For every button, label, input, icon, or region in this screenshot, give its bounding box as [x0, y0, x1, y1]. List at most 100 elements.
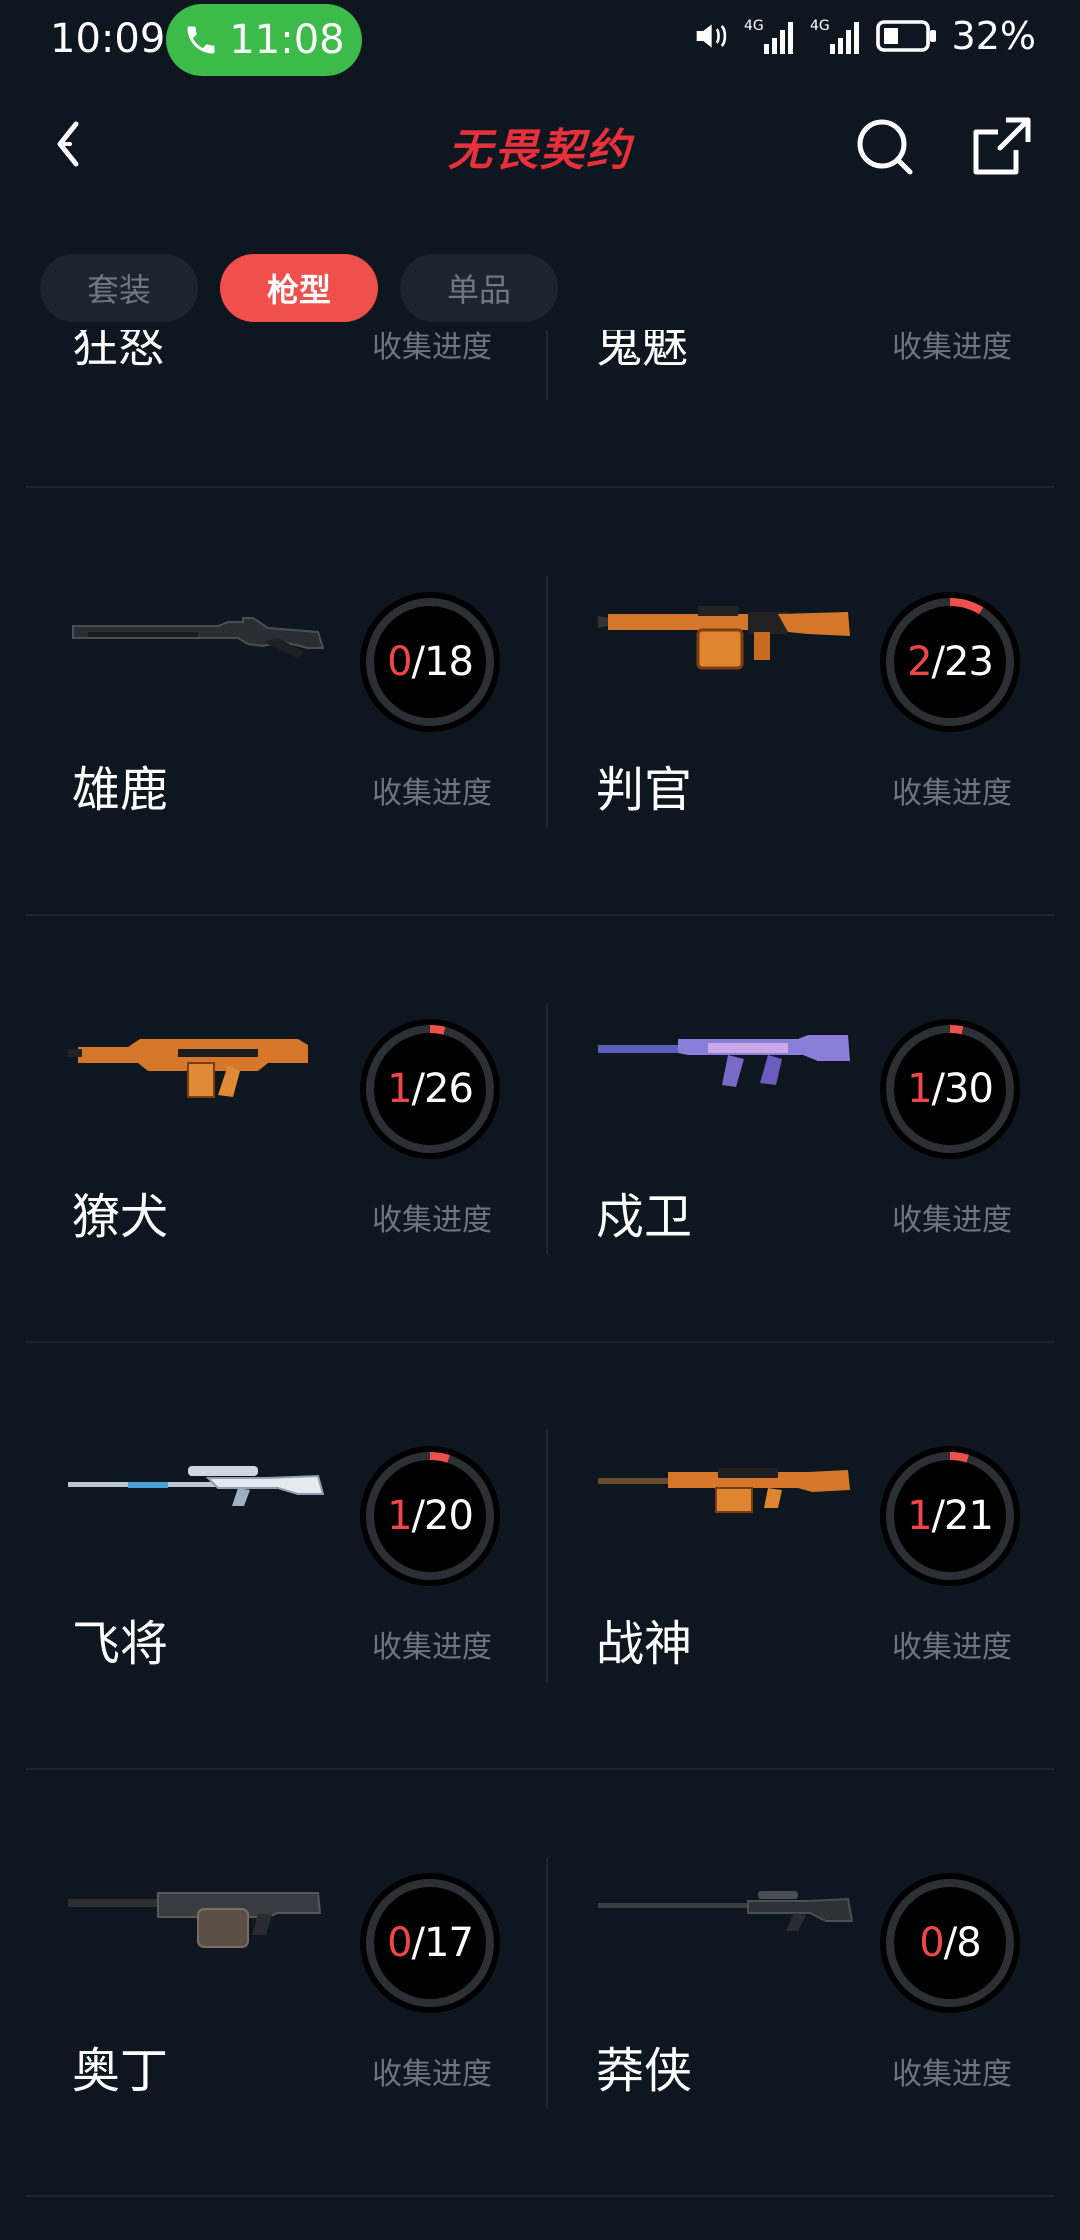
- progress-label: 收集进度: [892, 2057, 1012, 2092]
- collected-count: 1: [387, 1066, 412, 1112]
- progress-ring: 1/20: [360, 1446, 500, 1586]
- share-icon[interactable]: [966, 110, 1038, 182]
- progress-ring: 0/8: [880, 1873, 1020, 2013]
- battery-icon: [875, 20, 936, 52]
- weapon-name: 狂怒: [72, 330, 164, 373]
- progress-count: 0/8: [919, 1920, 981, 1966]
- weapon-name: 雄鹿: [72, 762, 169, 818]
- weapon-name: 戍卫: [596, 1189, 693, 1245]
- odin-mg-icon: [68, 1869, 328, 1959]
- collected-count: 0: [387, 1920, 412, 1966]
- weapon-card[interactable]: 0/8 莽侠 收集进度: [540, 1769, 1080, 2196]
- weapon-card[interactable]: 2/23 判官 收集进度: [540, 488, 1080, 915]
- bulldog-rifle-icon: [68, 1015, 328, 1105]
- total-count: 23: [944, 639, 994, 685]
- status-bar: 10:09 11:08 4G 4G 32%: [0, 0, 1080, 84]
- progress-label: 收集进度: [372, 2057, 492, 2092]
- progress-label: 收集进度: [372, 1630, 492, 1665]
- collected-count: 1: [907, 1066, 932, 1112]
- total-count: 20: [424, 1493, 474, 1539]
- column-divider: [546, 576, 548, 828]
- progress-label: 收集进度: [892, 330, 1012, 365]
- weapon-row: 0/18 雄鹿 收集进度 2/23 判官 收集进度: [0, 488, 1080, 916]
- progress-label: 收集进度: [892, 776, 1012, 811]
- top-nav-bar: 无畏契约: [0, 84, 1080, 204]
- progress-ring: 0/17: [360, 1873, 500, 2013]
- weapon-name: 獠犬: [72, 1189, 169, 1245]
- weapon-grid: 0/18 雄鹿 收集进度 2/23 判官 收集进度 1/26 獠犬 收集进度 1/30 戍卫 收集进度…: [0, 488, 1080, 2197]
- outlaw-sniper-icon: [598, 1869, 858, 1959]
- column-divider: [546, 1857, 548, 2109]
- weapon-row: 0/17 奥丁 收集进度 0/8 莽侠 收集进度: [0, 1769, 1080, 2197]
- weapon-name: 奥丁: [72, 2043, 169, 2099]
- weapon-row: 1/26 獠犬 收集进度 1/30 戍卫 收集进度: [0, 915, 1080, 1343]
- marshal-sniper-icon: [68, 1442, 328, 1532]
- tab-single-items[interactable]: 单品: [400, 254, 558, 322]
- total-count: 17: [424, 1920, 474, 1966]
- progress-count: 1/21: [907, 1493, 994, 1539]
- weapon-card[interactable]: 0/17 奥丁 收集进度: [0, 1769, 540, 2196]
- bucky-shotgun-icon: [68, 588, 328, 678]
- progress-count: 1/26: [387, 1066, 474, 1112]
- progress-label: 收集进度: [892, 1630, 1012, 1665]
- progress-count: 1/20: [387, 1493, 474, 1539]
- tab-gun-types[interactable]: 枪型: [220, 254, 378, 322]
- partial-weapon-row: 狂怒 收集进度 鬼魅 收集进度: [0, 330, 1080, 400]
- weapon-name: 飞将: [72, 1616, 169, 1672]
- total-count: 26: [424, 1066, 474, 1112]
- volume-icon: [696, 24, 726, 48]
- weapon-name: 莽侠: [596, 2043, 693, 2099]
- progress-ring: 0/18: [360, 592, 500, 732]
- weapon-name: 战神: [596, 1616, 693, 1672]
- progress-label: 收集进度: [892, 1203, 1012, 1238]
- weapon-row: 1/20 飞将 收集进度 1/21 战神 收集进度: [0, 1342, 1080, 1770]
- total-count: 21: [944, 1493, 994, 1539]
- weapon-card[interactable]: 1/30 戍卫 收集进度: [540, 915, 1080, 1342]
- judge-shotgun-icon: [598, 588, 858, 678]
- weapon-name: 判官: [596, 762, 693, 818]
- total-count: 8: [956, 1920, 981, 1966]
- call-duration: 11:08: [229, 17, 345, 63]
- collected-count: 1: [387, 1493, 412, 1539]
- progress-label: 收集进度: [372, 330, 492, 365]
- category-tabs: 套装 枪型 单品: [40, 254, 558, 322]
- row-divider: [26, 2195, 1054, 2197]
- signal-4g-secondary-icon: 4G: [810, 18, 859, 54]
- progress-count: 0/17: [387, 1920, 474, 1966]
- tab-sets[interactable]: 套装: [40, 254, 198, 322]
- clock: 10:09: [50, 16, 166, 62]
- search-icon[interactable]: [848, 110, 920, 182]
- battery-percent: 32%: [951, 14, 1036, 58]
- progress-count: 2/23: [907, 639, 994, 685]
- collected-count: 1: [907, 1493, 932, 1539]
- weapon-card[interactable]: 0/18 雄鹿 收集进度: [0, 488, 540, 915]
- collected-count: 2: [907, 639, 932, 685]
- ongoing-call-pill[interactable]: 11:08: [166, 4, 362, 76]
- total-count: 18: [424, 639, 474, 685]
- progress-ring: 1/21: [880, 1446, 1020, 1586]
- signal-4g-icon: 4G: [744, 18, 793, 54]
- collected-count: 0: [919, 1920, 944, 1966]
- weapon-name: 鬼魅: [596, 330, 688, 373]
- weapon-card[interactable]: 1/21 战神 收集进度: [540, 1342, 1080, 1769]
- status-icons: 4G 4G 32%: [690, 14, 1036, 58]
- svg-text:4G: 4G: [810, 18, 830, 34]
- progress-ring: 2/23: [880, 592, 1020, 732]
- total-count: 30: [944, 1066, 994, 1112]
- collected-count: 0: [387, 639, 412, 685]
- ares-mg-icon: [598, 1442, 858, 1532]
- column-divider: [546, 1430, 548, 1682]
- progress-label: 收集进度: [372, 776, 492, 811]
- weapon-card[interactable]: 1/20 飞将 收集进度: [0, 1342, 540, 1769]
- column-divider: [546, 330, 548, 400]
- progress-ring: 1/26: [360, 1019, 500, 1159]
- phone-icon: [187, 26, 215, 54]
- progress-label: 收集进度: [372, 1203, 492, 1238]
- weapon-card[interactable]: 1/26 獠犬 收集进度: [0, 915, 540, 1342]
- progress-count: 1/30: [907, 1066, 994, 1112]
- progress-count: 0/18: [387, 639, 474, 685]
- guardian-rifle-icon: [598, 1015, 858, 1105]
- column-divider: [546, 1003, 548, 1255]
- progress-ring: 1/30: [880, 1019, 1020, 1159]
- svg-text:4G: 4G: [744, 18, 764, 34]
